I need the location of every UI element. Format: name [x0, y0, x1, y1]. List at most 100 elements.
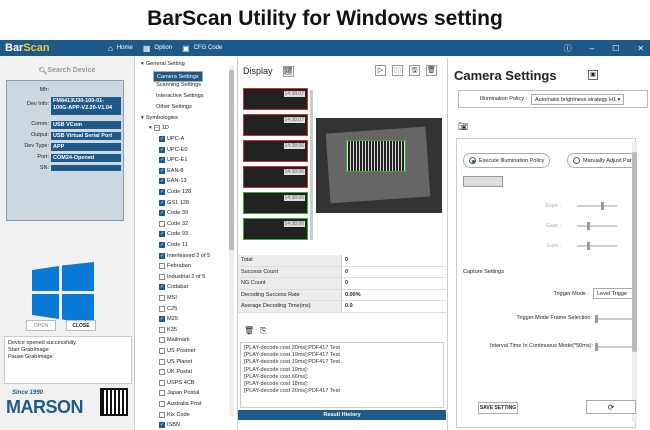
copy-icon[interactable]: ⎘: [260, 326, 266, 336]
tree-scanning-settings[interactable]: Scanning Settings: [156, 82, 201, 88]
gain-slider[interactable]: [577, 222, 617, 230]
symbology-item[interactable]: M25: [159, 316, 178, 323]
nav-option[interactable]: ▦ Option: [143, 44, 172, 53]
symbology-checkbox[interactable]: [159, 390, 165, 397]
symbology-checkbox[interactable]: [159, 189, 165, 195]
illumination-policy-select[interactable]: Automatic brightness strategy H1 ▾: [531, 93, 625, 105]
trigger-mode-select[interactable]: Level Trigge: [593, 288, 635, 299]
symbology-checkbox[interactable]: [159, 136, 165, 142]
symbology-item[interactable]: Code 11: [159, 242, 188, 248]
image-thumbnail[interactable]: 14:38:07: [243, 114, 308, 136]
image-thumbnail[interactable]: 14:38:06: [243, 192, 308, 214]
symbology-checkbox[interactable]: [159, 348, 165, 354]
nav-home[interactable]: ⌂ Home: [108, 44, 133, 53]
symbology-checkbox[interactable]: [159, 337, 165, 344]
symbology-checkbox[interactable]: [159, 210, 165, 217]
search-device-button[interactable]: 🔍︎ Search Device: [7, 64, 127, 77]
symbology-item[interactable]: UPC-E0: [159, 146, 188, 153]
symbology-item[interactable]: EAN-8: [159, 167, 183, 174]
symbology-item[interactable]: Australia Post: [159, 401, 202, 407]
symbology-checkbox[interactable]: [159, 401, 165, 407]
symbology-item[interactable]: Code 93: [159, 231, 188, 238]
image-thumbnail[interactable]: 14:38:06: [243, 140, 308, 162]
symbology-item[interactable]: UK Postal: [159, 369, 192, 376]
illumination-apply-button[interactable]: [463, 176, 503, 187]
symbology-checkbox[interactable]: [159, 422, 165, 429]
symbology-item[interactable]: UPC-A: [159, 136, 184, 142]
lum-slider[interactable]: [577, 242, 617, 250]
symbology-checkbox[interactable]: [159, 305, 165, 312]
save-icon[interactable]: 🖫︎: [409, 65, 420, 76]
symbology-checkbox[interactable]: [159, 273, 165, 280]
close-button[interactable]: CLOSE: [66, 320, 96, 331]
symbology-item[interactable]: EAN-13: [159, 178, 187, 185]
save-setting-button[interactable]: SAVE SETTING: [478, 402, 518, 414]
image-thumbnail[interactable]: 14:38:06: [243, 218, 308, 240]
trash-icon[interactable]: 🗑︎: [426, 65, 437, 76]
tree-general-setting[interactable]: ▾ General Setting: [141, 61, 185, 67]
symbology-checkbox[interactable]: [159, 411, 165, 418]
frame-selection-slider[interactable]: [595, 315, 635, 323]
symbology-item[interactable]: UPC-E1: [159, 157, 188, 164]
tree-camera-settings[interactable]: Camera Settings: [153, 71, 203, 82]
image-thumbnail[interactable]: 14:38:06: [243, 166, 308, 188]
symbology-checkbox[interactable]: [159, 263, 165, 270]
settings-scrollbar[interactable]: [632, 142, 637, 422]
thumb-scrollbar[interactable]: [310, 90, 313, 240]
symbology-checkbox[interactable]: [159, 231, 165, 238]
symbology-item[interactable]: MSI: [159, 295, 177, 301]
symbology-checkbox[interactable]: [159, 284, 165, 291]
symbology-checkbox[interactable]: [159, 358, 165, 365]
symbology-item[interactable]: USPS 4CB: [159, 379, 195, 386]
symbology-checkbox[interactable]: [159, 252, 165, 259]
symbology-item[interactable]: Code 39: [159, 210, 188, 217]
symbology-item[interactable]: Codabar: [159, 284, 188, 291]
symbology-item[interactable]: Febraban: [159, 263, 191, 270]
expo-slider[interactable]: [577, 202, 617, 210]
maximize-icon[interactable]: ☐: [612, 44, 619, 53]
symbology-item[interactable]: Mailmark: [159, 337, 190, 344]
symbology-item[interactable]: Code 32: [159, 220, 188, 227]
symbology-checkbox[interactable]: [159, 146, 165, 153]
symbology-item[interactable]: ISBN: [159, 422, 180, 429]
close-icon[interactable]: ✕: [637, 44, 644, 53]
symbology-checkbox[interactable]: [159, 220, 165, 227]
open-button[interactable]: OPEN: [26, 320, 56, 331]
symbology-checkbox[interactable]: [159, 178, 165, 185]
radio-execute-illumination[interactable]: Execute Illumination Policy: [463, 153, 551, 168]
info-icon[interactable]: ⓘ: [564, 43, 572, 54]
symbology-item[interactable]: Interleaved 2 of 5: [159, 252, 210, 259]
symbology-checkbox[interactable]: [159, 379, 165, 386]
tree-symbologies[interactable]: ▾ Symbologies: [141, 115, 178, 121]
radio-manual-adjust[interactable]: Manually Adjust Par: [567, 153, 635, 168]
symbology-item[interactable]: Kix Code: [159, 411, 190, 418]
symbology-item[interactable]: K35: [159, 326, 177, 333]
play-icon[interactable]: ▷: [375, 65, 386, 76]
symbology-checkbox[interactable]: [159, 199, 165, 206]
symbology-checkbox[interactable]: [159, 167, 165, 174]
tree-1d[interactable]: ▾ –1D: [149, 125, 169, 131]
symbology-item[interactable]: Industrial 2 of 5: [159, 273, 205, 280]
tree-other-settings[interactable]: Other Settings: [156, 104, 192, 110]
trash-icon[interactable]: 🗑︎: [244, 326, 254, 336]
result-history-button[interactable]: Result History: [238, 410, 446, 420]
refresh-button[interactable]: ⟳: [586, 400, 636, 414]
symbology-checkbox[interactable]: [159, 242, 165, 248]
image-thumbnail[interactable]: 14:38:07: [243, 88, 308, 110]
symbology-checkbox[interactable]: [159, 326, 165, 333]
symbology-item[interactable]: US Postnet: [159, 348, 195, 354]
minimize-icon[interactable]: –: [590, 44, 594, 53]
symbology-item[interactable]: C25: [159, 305, 177, 312]
tree-scrollbar[interactable]: [229, 66, 234, 416]
symbology-item[interactable]: Japan Postal: [159, 390, 199, 397]
symbology-checkbox[interactable]: [159, 369, 165, 376]
nav-cfg-code[interactable]: ▣ CFG Code: [182, 44, 222, 53]
chart-icon[interactable]: 📈︎: [282, 65, 294, 77]
symbology-item[interactable]: Code 128: [159, 189, 191, 195]
symbology-checkbox[interactable]: [159, 316, 165, 323]
symbology-checkbox[interactable]: [159, 157, 165, 164]
symbology-checkbox[interactable]: [159, 295, 165, 301]
symbology-item[interactable]: US Planet: [159, 358, 192, 365]
qr-icon[interactable]: ▣: [588, 70, 598, 80]
pause-icon[interactable]: ▯▯: [392, 65, 403, 76]
